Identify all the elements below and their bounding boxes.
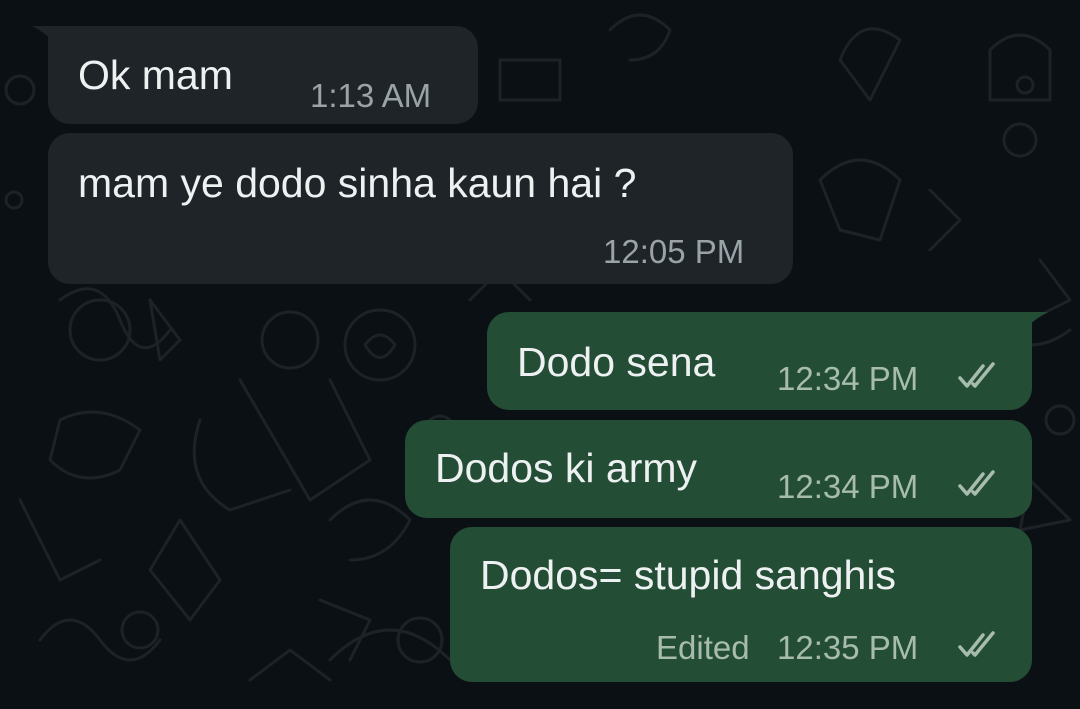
message-timestamp: 12:35 PM (777, 629, 919, 666)
message-timestamp: 12:34 PM (777, 360, 919, 397)
message-text: mam ye dodo sinha kaun hai ? (78, 160, 637, 206)
message-text: Ok mam (78, 52, 233, 98)
message-timestamp: 1:13 AM (310, 77, 432, 114)
message-timestamp: 12:05 PM (603, 233, 745, 270)
message-text: Dodos ki army (435, 445, 698, 491)
outgoing-message-bubble[interactable]: Dodo sena 12:34 PM (487, 312, 1048, 410)
bubble-tail-icon (32, 26, 54, 42)
double-check-icon (958, 631, 995, 657)
edited-label: Edited (656, 629, 750, 666)
double-check-icon (958, 362, 995, 388)
outgoing-message-bubble[interactable]: Dodos= stupid sanghis Edited 12:35 PM (450, 527, 1032, 682)
message-text: Dodo sena (517, 339, 716, 385)
incoming-message-bubble[interactable]: Ok mam 1:13 AM (32, 26, 478, 124)
bubble-tail-icon (1026, 312, 1048, 328)
outgoing-message-bubble[interactable]: Dodos ki army 12:34 PM (405, 420, 1032, 518)
incoming-message-bubble[interactable]: mam ye dodo sinha kaun hai ? 12:05 PM (48, 133, 793, 284)
message-timestamp: 12:34 PM (777, 468, 919, 505)
chat-message-list: Ok mam 1:13 AM mam ye dodo sinha kaun ha… (0, 0, 1080, 709)
double-check-icon (958, 470, 995, 496)
message-text: Dodos= stupid sanghis (480, 552, 896, 598)
